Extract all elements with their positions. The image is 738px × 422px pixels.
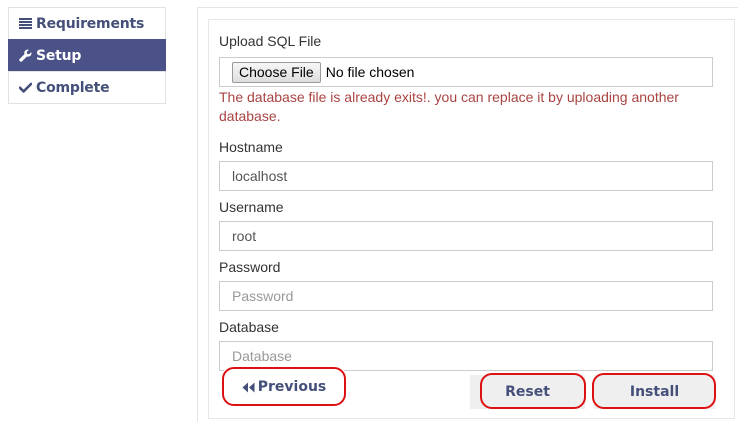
previous-button-label: Previous — [257, 379, 327, 395]
wrench-icon — [18, 49, 32, 63]
password-field[interactable] — [219, 281, 713, 311]
check-icon — [18, 81, 32, 95]
install-button[interactable]: Install — [594, 375, 715, 409]
file-input[interactable]: Choose File No file chosen — [219, 57, 713, 87]
username-label: Username — [219, 199, 284, 215]
sidebar-item-label: Complete — [36, 79, 110, 96]
password-label: Password — [219, 259, 281, 275]
sidebar-item-requirements[interactable]: Requirements — [8, 7, 166, 40]
sidebar-item-setup[interactable]: Setup — [8, 39, 166, 72]
sidebar-item-label: Requirements — [36, 15, 145, 32]
database-field[interactable] — [219, 341, 713, 371]
upload-error-message: The database file is already exits!. you… — [219, 89, 679, 124]
list-icon — [18, 17, 32, 31]
sidebar-item-label: Setup — [36, 47, 82, 64]
hostname-label: Hostname — [219, 139, 283, 155]
previous-button[interactable]: Previous — [224, 370, 344, 404]
file-status: No file chosen — [325, 64, 415, 80]
hostname-field[interactable] — [219, 161, 713, 191]
double-chevron-left-icon — [242, 382, 255, 393]
step-sidebar: Requirements Setup Complete — [8, 7, 166, 104]
database-label: Database — [219, 319, 279, 335]
reset-button[interactable]: Reset — [470, 375, 585, 409]
sidebar-item-complete[interactable]: Complete — [8, 71, 166, 104]
choose-file-button[interactable]: Choose File — [232, 61, 321, 83]
username-field[interactable] — [219, 221, 713, 251]
upload-label: Upload SQL File — [219, 33, 322, 49]
